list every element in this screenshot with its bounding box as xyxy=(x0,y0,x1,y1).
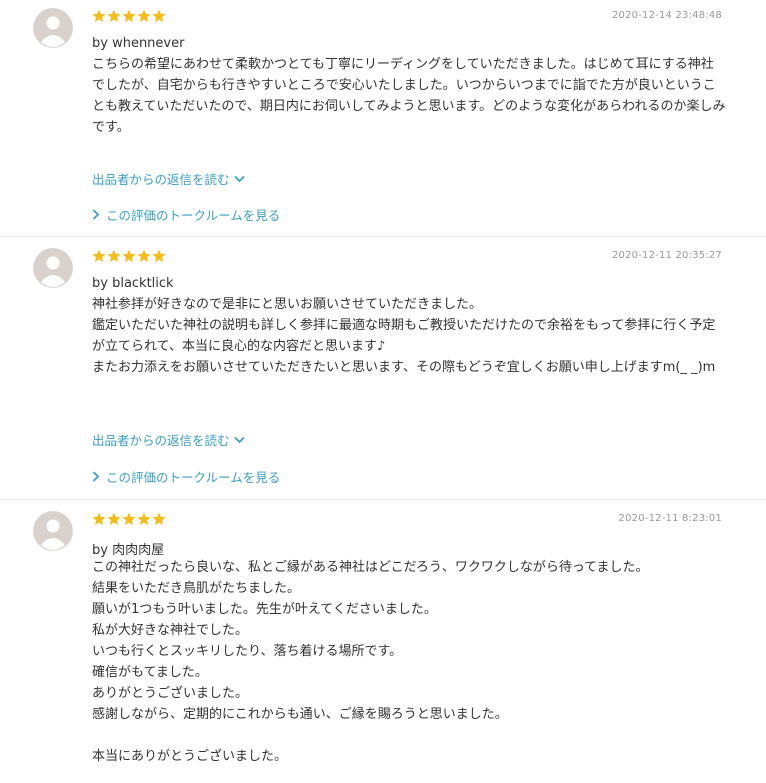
read-seller-reply-link[interactable]: 出品者からの返信を読む xyxy=(92,430,245,449)
review-date: 2020-12-11 8:23:01 xyxy=(618,513,722,524)
rating-stars xyxy=(92,9,166,23)
star-icon xyxy=(137,512,151,525)
star-icon xyxy=(152,249,166,262)
review-body: こちらの希望にあわせて柔軟かつとても丁寧にリーディングをしていただきました。はじ… xyxy=(92,57,726,135)
view-talkroom-link[interactable]: この評価のトークルームを見る xyxy=(92,467,280,486)
chevron-down-icon xyxy=(233,436,245,443)
user-avatar-icon[interactable] xyxy=(33,8,73,48)
review-body: この神社だったら良いな、私とご縁がある神社はどこだろう、ワクワクしながら待ってま… xyxy=(92,560,649,764)
star-icon xyxy=(92,249,106,262)
star-icon xyxy=(107,249,121,262)
reviewer-name: by whennever xyxy=(92,36,185,51)
review-date: 2020-12-14 23:48:48 xyxy=(611,10,722,21)
star-icon xyxy=(92,512,106,525)
view-talkroom-link[interactable]: この評価のトークルームを見る xyxy=(92,205,280,224)
star-icon xyxy=(107,9,121,22)
star-icon xyxy=(137,9,151,22)
star-icon xyxy=(122,512,136,525)
user-avatar-icon[interactable] xyxy=(33,511,73,551)
reviewer-name: by 肉肉肉屋 xyxy=(92,543,165,558)
user-avatar-icon[interactable] xyxy=(33,248,73,288)
star-icon xyxy=(137,249,151,262)
chevron-down-icon xyxy=(233,175,245,182)
read-seller-reply-link[interactable]: 出品者からの返信を読む xyxy=(92,169,245,188)
review-divider xyxy=(0,236,766,237)
reviewer-name: by blacktlick xyxy=(92,276,174,291)
star-icon xyxy=(107,512,121,525)
review-divider xyxy=(0,499,766,500)
talkroom-link-label: この評価のトークルームを見る xyxy=(106,470,281,485)
star-icon xyxy=(152,9,166,22)
chevron-right-icon xyxy=(92,209,100,220)
reply-link-label: 出品者からの返信を読む xyxy=(92,433,230,448)
star-icon xyxy=(122,9,136,22)
rating-stars xyxy=(92,512,166,526)
talkroom-link-label: この評価のトークルームを見る xyxy=(106,208,281,223)
star-icon xyxy=(122,249,136,262)
star-icon xyxy=(92,9,106,22)
review-body: 神社参拝が好きなので是非にと思いお願いさせていただきました。 鑑定いただいた神社… xyxy=(92,297,716,375)
chevron-right-icon xyxy=(92,471,100,482)
reply-link-label: 出品者からの返信を読む xyxy=(92,172,230,187)
star-icon xyxy=(152,512,166,525)
rating-stars xyxy=(92,249,166,263)
review-date: 2020-12-11 20:35:27 xyxy=(611,250,722,261)
